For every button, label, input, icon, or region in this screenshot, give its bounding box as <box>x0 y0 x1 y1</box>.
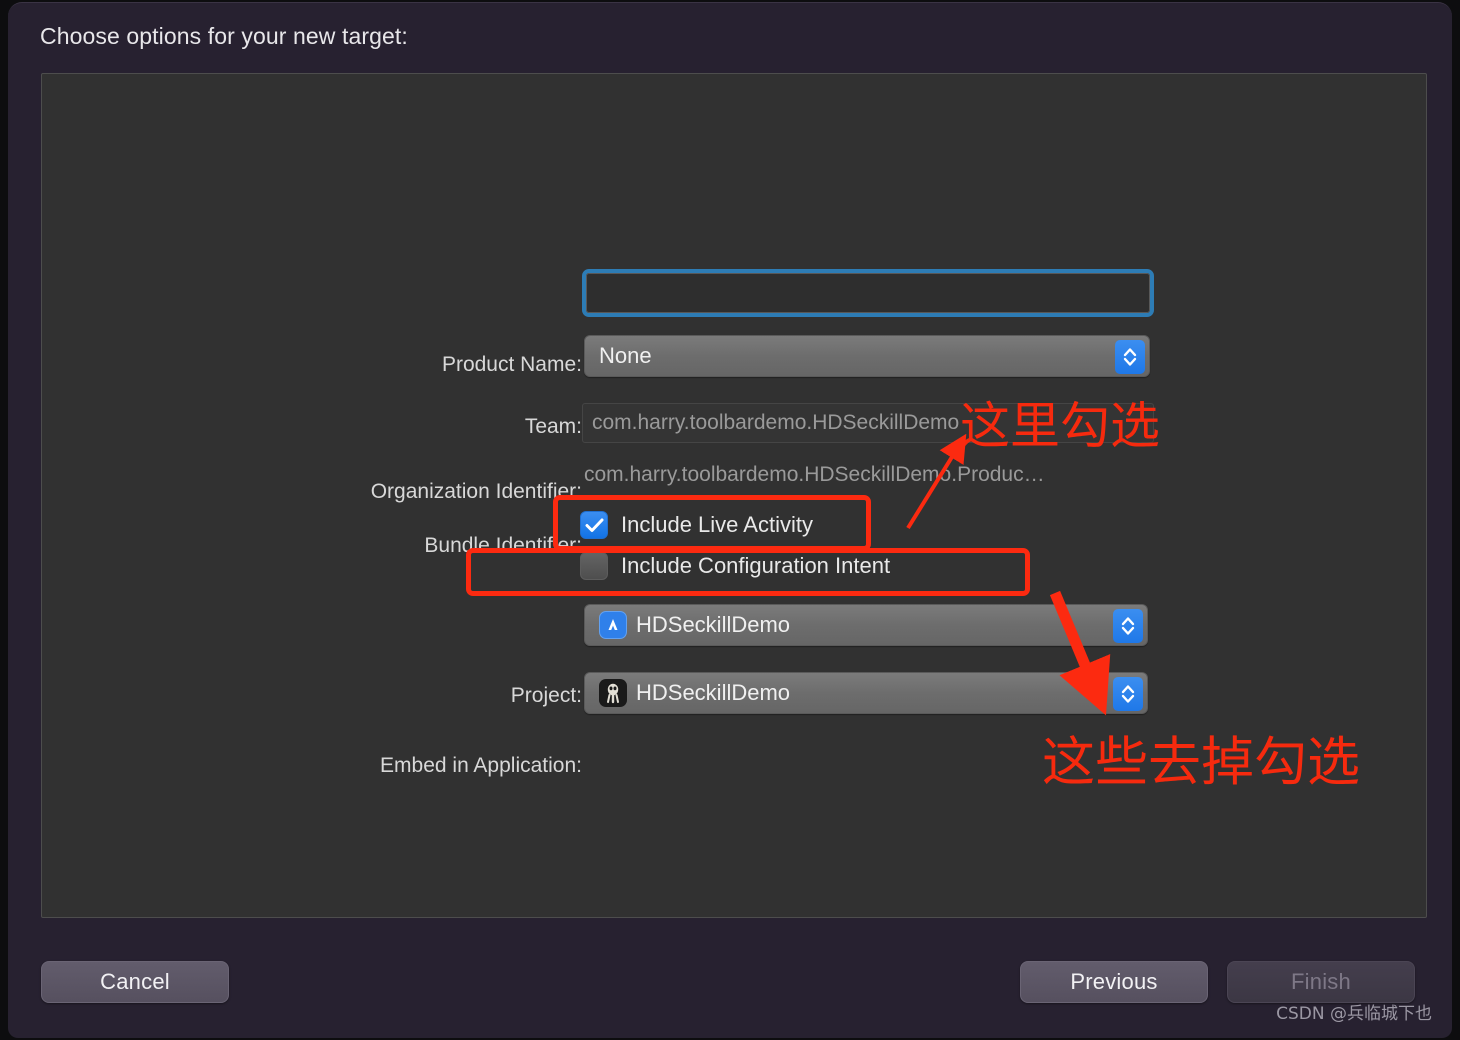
previous-button[interactable]: Previous <box>1020 961 1208 1003</box>
bundle-identifier-label: Bundle Identifier: <box>424 534 582 557</box>
organization-identifier-label: Organization Identifier: <box>370 480 582 503</box>
project-stepper-icon[interactable] <box>1113 609 1143 643</box>
annotation-text-check-here: 这里勾选 <box>960 397 1160 455</box>
include-live-activity-label: Include Live Activity <box>621 512 813 537</box>
product-name-input[interactable] <box>586 273 1150 313</box>
team-label: Team: <box>524 415 582 438</box>
product-name-label: Product Name: <box>441 353 582 376</box>
watermark: CSDN @兵临城下也 <box>1276 1004 1432 1024</box>
product-name-field-wrapper <box>582 269 1154 317</box>
cancel-button[interactable]: Cancel <box>41 961 229 1003</box>
project-dropdown[interactable]: HDSeckillDemo <box>584 604 1148 646</box>
include-live-activity-checkbox-row[interactable]: Include Live Activity <box>580 511 813 539</box>
new-target-options-dialog: Choose options for your new target: Prod… <box>8 2 1452 1038</box>
annotation-text-uncheck-these: 这些去掉勾选 <box>1042 732 1360 793</box>
checkbox-checked-icon[interactable] <box>580 511 608 539</box>
team-dropdown[interactable]: None <box>584 335 1150 377</box>
include-configuration-intent-checkbox-row[interactable]: Include Configuration Intent <box>580 552 890 580</box>
team-stepper-icon[interactable] <box>1115 340 1145 374</box>
embed-in-application-label: Embed in Application: <box>380 754 582 777</box>
app-bundle-icon <box>599 679 627 707</box>
team-value: None <box>599 343 652 368</box>
xcode-project-icon <box>599 611 627 639</box>
embed-in-application-dropdown[interactable]: HDSeckillDemo <box>584 672 1148 714</box>
finish-button: Finish <box>1227 961 1415 1003</box>
bundle-identifier-value: com.harry.toolbardemo.HDSeckillDemo.Prod… <box>584 463 1045 486</box>
embed-in-application-value: HDSeckillDemo <box>636 680 791 705</box>
embed-in-application-stepper-icon[interactable] <box>1113 677 1143 711</box>
project-label: Project: <box>510 684 582 707</box>
page-title: Choose options for your new target: <box>40 23 408 49</box>
project-value: HDSeckillDemo <box>636 612 791 637</box>
include-configuration-intent-label: Include Configuration Intent <box>621 553 891 578</box>
checkbox-unchecked-icon[interactable] <box>580 552 608 580</box>
